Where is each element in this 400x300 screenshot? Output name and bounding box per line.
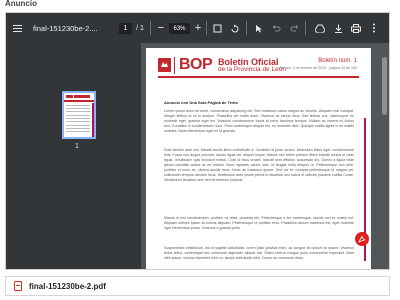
thumbnail-line: [66, 131, 90, 132]
bulletin-number: Boletín núm. 1: [318, 58, 357, 64]
thumbnail-line: [66, 111, 90, 112]
rotate-icon[interactable]: [228, 13, 240, 43]
body-paragraph: Mauris in nisl condimentum, porttitor mi…: [164, 216, 354, 230]
viewer-toolbar: final-151230be-2.... 1 / 1 − 63% +: [6, 13, 389, 43]
toolbar-divider: [150, 21, 151, 35]
thumbnail-line: [66, 105, 90, 106]
thumbnail-margin-stripe: [92, 103, 94, 137]
zoom-in-button[interactable]: +: [192, 13, 204, 43]
undo-icon[interactable]: [270, 13, 282, 43]
toolbar-divider: [206, 21, 207, 35]
scrollbar[interactable]: [377, 43, 389, 269]
thumbnail-line: [66, 115, 90, 116]
select-icon[interactable]: [253, 13, 265, 43]
page-number-input[interactable]: 1: [119, 23, 132, 34]
fit-page-icon[interactable]: [211, 13, 223, 43]
pdf-viewer: final-151230be-2.... 1 / 1 − 63% + 1 BOP…: [5, 12, 390, 270]
download-icon[interactable]: [332, 13, 344, 43]
header-rule: [158, 76, 359, 78]
body-paragraph: Suspendisse vestibulum, dui id sagittis …: [164, 246, 354, 260]
province-emblem-icon: [158, 58, 171, 72]
section-heading: Anuncio: [0, 0, 400, 11]
print-icon[interactable]: [350, 13, 362, 43]
bulletin-date: Viernes, 3 de febrero de 2023 · página 3…: [278, 66, 357, 70]
pdf-badge-icon[interactable]: [355, 232, 369, 246]
thumbnail-title: [74, 95, 90, 98]
body-paragraph: Duis lobortis ante nisl, blandit iaculis…: [164, 148, 354, 182]
announcement-heading: Anuncio con Una Sola Página de Texto: [164, 100, 238, 105]
thumbnail-line: [66, 118, 90, 119]
thumbnail-page-number: 1: [75, 143, 79, 150]
section-title: Anuncio: [5, 0, 37, 8]
drive-icon[interactable]: [314, 13, 326, 43]
attachment-link[interactable]: final-151230be-2.pdf: [5, 276, 390, 296]
page-thumbnail[interactable]: [62, 91, 96, 139]
thumbnail-line: [66, 121, 90, 122]
bulletin-subtitle: de la Provincia de León: [218, 66, 286, 73]
page-total: / 1: [136, 24, 144, 32]
thumbnail-sidebar: 1: [6, 43, 141, 269]
bop-logo: BOP: [179, 56, 213, 73]
document-page: BOP Boletín Oficial de la Provincia de L…: [146, 48, 371, 269]
viewer-filename: final-151230be-2....: [33, 23, 98, 33]
body-paragraph: Lorem ipsum dolor sit amet, consectetur …: [164, 109, 354, 133]
menu-icon[interactable]: [10, 13, 24, 43]
redo-icon[interactable]: [288, 13, 300, 43]
zoom-out-button[interactable]: −: [155, 13, 167, 43]
toolbar-divider: [305, 21, 306, 35]
thumbnail-logo: [66, 95, 73, 98]
pdf-file-icon: [14, 281, 22, 291]
more-icon[interactable]: [368, 13, 380, 43]
thumbnail-line: [66, 128, 90, 129]
scrollbar-thumb[interactable]: [382, 57, 387, 115]
thumbnail-line: [66, 108, 90, 109]
thumbnail-line: [66, 125, 90, 126]
attachment-filename[interactable]: final-151230be-2.pdf: [29, 282, 106, 291]
thumbnail-rule: [64, 100, 94, 102]
toolbar-divider: [246, 21, 247, 35]
zoom-input[interactable]: 63%: [169, 23, 190, 34]
